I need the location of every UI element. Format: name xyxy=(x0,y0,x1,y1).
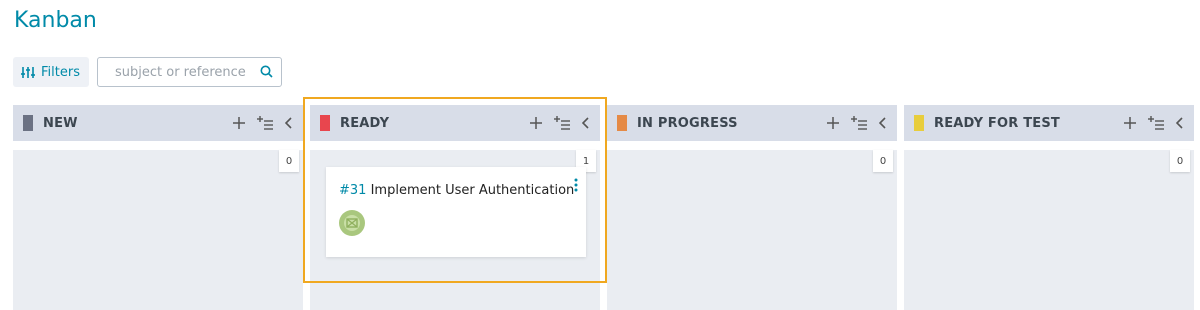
fold-column-icon[interactable] xyxy=(285,117,293,129)
page-title: Kanban xyxy=(14,8,97,33)
fold-column-icon[interactable] xyxy=(1176,117,1184,129)
column-header: NEW xyxy=(13,105,303,141)
kanban-column-in-progress: IN PROGRESS 0 xyxy=(607,105,897,310)
column-header: READY FOR TEST xyxy=(904,105,1194,141)
bulk-add-icon[interactable] xyxy=(257,116,273,130)
add-icon[interactable] xyxy=(1124,117,1136,129)
kanban-column-ready-for-test: READY FOR TEST 0 xyxy=(904,105,1194,310)
column-body: 0 xyxy=(904,150,1194,310)
card-subject[interactable]: Implement User Authentication xyxy=(371,183,575,198)
kanban-column-ready: READY 1 #31 Implement User Authenticatio… xyxy=(310,105,600,310)
status-color-swatch xyxy=(914,115,924,131)
column-title: READY xyxy=(340,115,390,131)
column-body: 1 #31 Implement User Authentication xyxy=(310,150,600,310)
column-title: NEW xyxy=(43,115,78,131)
bulk-add-icon[interactable] xyxy=(554,116,570,130)
user-avatar-icon[interactable] xyxy=(339,210,365,236)
column-title: READY FOR TEST xyxy=(934,115,1060,131)
column-title: IN PROGRESS xyxy=(637,115,738,131)
column-body: 0 xyxy=(607,150,897,310)
bulk-add-icon[interactable] xyxy=(1148,116,1164,130)
search-icon[interactable] xyxy=(260,63,273,82)
card-count-badge: 0 xyxy=(1170,150,1190,172)
status-color-swatch xyxy=(320,115,330,131)
column-header: IN PROGRESS xyxy=(607,105,897,141)
status-color-swatch xyxy=(617,115,627,131)
add-icon[interactable] xyxy=(827,117,839,129)
status-color-swatch xyxy=(23,115,33,131)
search-input[interactable] xyxy=(113,63,260,81)
card-count-badge: 0 xyxy=(279,150,299,172)
kanban-column-new: NEW 0 xyxy=(13,105,303,310)
filters-button[interactable]: Filters xyxy=(13,57,89,87)
fold-column-icon[interactable] xyxy=(879,117,887,129)
add-icon[interactable] xyxy=(233,117,245,129)
add-icon[interactable] xyxy=(530,117,542,129)
fold-column-icon[interactable] xyxy=(582,117,590,129)
filters-label: Filters xyxy=(41,64,80,80)
bulk-add-icon[interactable] xyxy=(851,116,867,130)
more-options-icon[interactable] xyxy=(574,177,578,196)
filter-sliders-icon xyxy=(21,66,35,79)
card-count-badge: 0 xyxy=(873,150,893,172)
column-header: READY xyxy=(310,105,600,141)
card-title[interactable]: #31 Implement User Authentication xyxy=(339,183,574,198)
card-reference[interactable]: #31 xyxy=(339,183,366,198)
user-story-card[interactable]: #31 Implement User Authentication xyxy=(326,167,586,257)
search-field[interactable] xyxy=(97,57,282,87)
column-body: 0 xyxy=(13,150,303,310)
